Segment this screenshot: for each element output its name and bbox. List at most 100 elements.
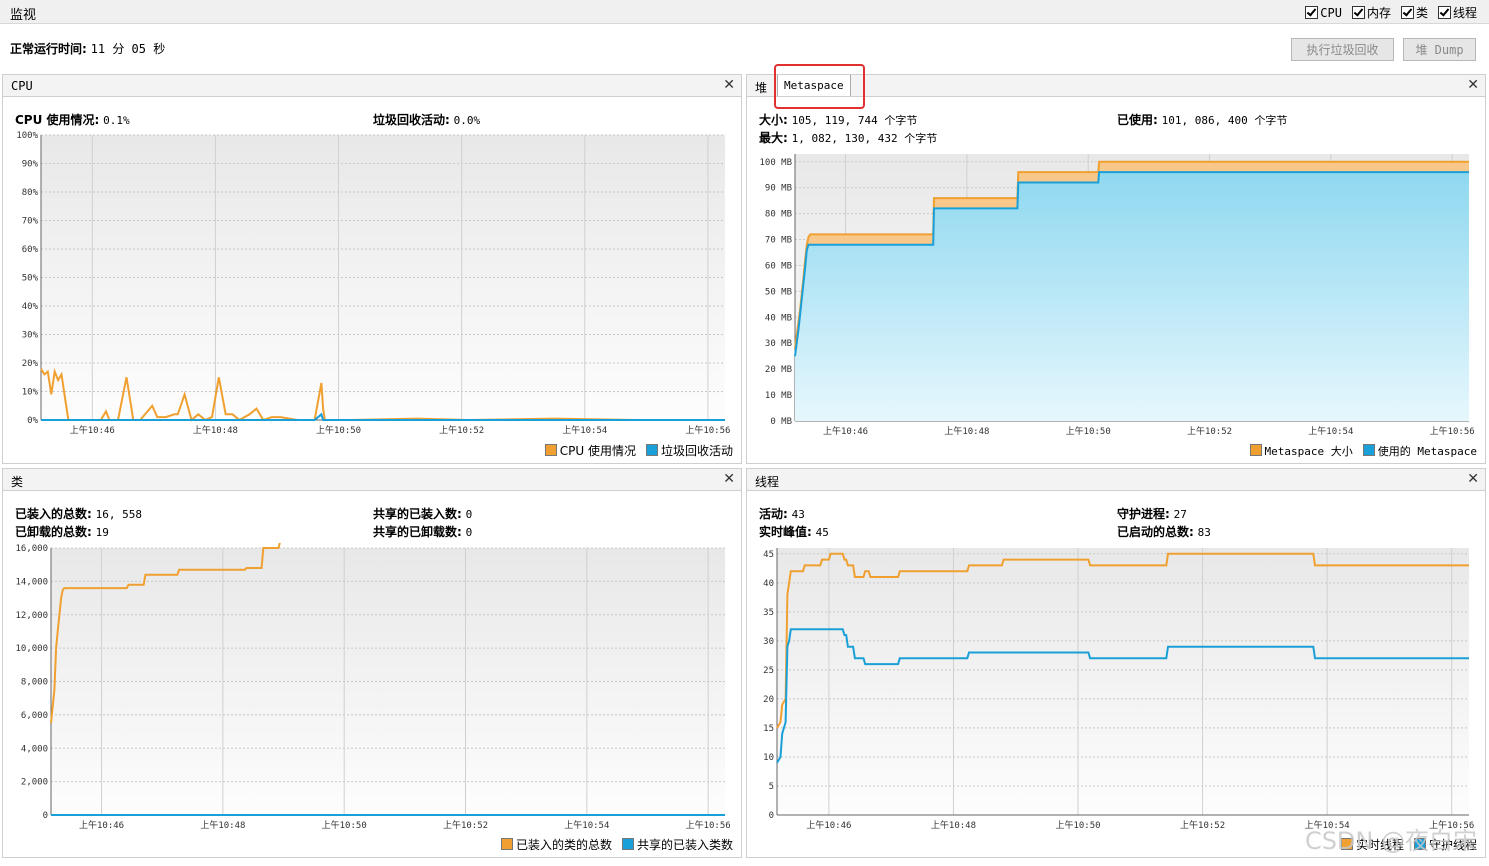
close-icon[interactable]: ✕ bbox=[1467, 77, 1479, 93]
y-tick-label: 20 MB bbox=[765, 365, 792, 375]
uptime: 正常运行时间: 11 分 05 秒 bbox=[10, 40, 165, 57]
checkbox-checked-icon[interactable] bbox=[1351, 6, 1365, 19]
memory-panel: 堆 Metaspace ✕ 大小: 105, 119, 744 个字节 已使用:… bbox=[746, 74, 1486, 464]
cpu-chart: 0% 10% 20% 30% 40% 50% 60% 70% 80% 90% 100% 上午10:46… bbox=[16, 131, 730, 436]
x-tick-label: 上午10:48 bbox=[944, 425, 989, 437]
y-tick-label: 70 MB bbox=[765, 236, 792, 246]
x-tick-label: 上午10:52 bbox=[1180, 819, 1225, 831]
peak-threads-stat: 实时峰值: 45 bbox=[759, 525, 829, 539]
started-threads-stat: 已启动的总数: 83 bbox=[1117, 525, 1211, 539]
tab-heap[interactable]: 堆 bbox=[755, 79, 767, 96]
checkbox-checked-icon[interactable] bbox=[1437, 6, 1451, 19]
metaspace-chart: 0 MB 10 MB 20 MB 30 MB 40 MB 50 MB 60 MB 70 MB 8… bbox=[759, 154, 1475, 437]
view-toggles: CPU 内存 类 线程 bbox=[1305, 4, 1477, 21]
uptime-label: 正常运行时间: bbox=[10, 42, 87, 56]
y-tick-label: 10,000 bbox=[15, 644, 48, 654]
legend-item-loaded-classes: 已装入的类的总数 bbox=[500, 836, 612, 853]
monitor-header: 监视 CPU 内存 类 线程 bbox=[0, 0, 1489, 24]
y-tick-label: 16,000 bbox=[15, 544, 48, 554]
y-tick-label: 15 bbox=[763, 724, 774, 734]
close-icon[interactable]: ✕ bbox=[1467, 471, 1479, 487]
x-tick-label: 上午10:48 bbox=[193, 424, 238, 436]
y-tick-label: 45 bbox=[763, 550, 774, 560]
x-tick-label: 上午10:52 bbox=[1187, 425, 1232, 437]
perform-gc-button[interactable]: 执行垃圾回收 bbox=[1291, 38, 1394, 61]
y-tick-label: 100 MB bbox=[759, 158, 792, 168]
x-tick-label: 上午10:50 bbox=[322, 819, 367, 831]
highlight-box bbox=[774, 64, 865, 109]
y-tick-label: 10 MB bbox=[765, 391, 792, 401]
close-icon[interactable]: ✕ bbox=[723, 77, 735, 93]
x-tick-label: 上午10:50 bbox=[1066, 425, 1111, 437]
x-tick-label: 上午10:46 bbox=[823, 425, 868, 437]
heap-dump-button[interactable]: 堆 Dump bbox=[1403, 38, 1476, 61]
y-tick-label: 0 bbox=[43, 811, 48, 821]
legend-item-metaspace-used: 使用的 Metaspace bbox=[1362, 443, 1477, 459]
classes-chart: 0 2,000 4,000 6,000 8,000 10,000 12,000 14,000 1… bbox=[15, 543, 731, 831]
y-tick-label: 0 MB bbox=[770, 417, 792, 427]
shared-unloaded-stat: 共享的已卸载数: 0 bbox=[373, 525, 473, 539]
metaspace-size-stat: 大小: 105, 119, 744 个字节 bbox=[759, 113, 918, 127]
plot-area bbox=[777, 548, 1469, 815]
uptime-value: 11 分 05 秒 bbox=[90, 42, 166, 56]
cpu-legend: CPU 使用情况 垃圾回收活动 bbox=[544, 442, 733, 459]
gc-activity-stat: 垃圾回收活动: 0.0% bbox=[373, 113, 481, 127]
shared-loaded-stat: 共享的已装入数: 0 bbox=[373, 507, 473, 521]
y-tick-label: 0 bbox=[769, 811, 774, 821]
x-tick-label: 上午10:50 bbox=[1055, 819, 1100, 831]
y-tick-label: 80 MB bbox=[765, 210, 792, 220]
y-tick-label: 2,000 bbox=[21, 778, 48, 788]
y-tick-label: 60% bbox=[22, 245, 39, 255]
y-tick-label: 20 bbox=[763, 695, 774, 705]
y-tick-label: 40 MB bbox=[765, 313, 792, 323]
watermark: CSDN @夜白宋 bbox=[1304, 827, 1477, 855]
y-tick-label: 100% bbox=[16, 131, 38, 141]
x-tick-label: 上午10:48 bbox=[200, 819, 245, 831]
toggle-threads[interactable]: 线程 bbox=[1437, 4, 1477, 21]
y-tick-label: 5 bbox=[769, 782, 774, 792]
x-tick-label: 上午10:54 bbox=[1308, 425, 1353, 437]
x-tick-label: 上午10:52 bbox=[439, 424, 484, 436]
x-tick-label: 上午10:46 bbox=[806, 819, 851, 831]
cpu-panel-title: CPU bbox=[11, 79, 33, 93]
threads-panel: 线程 ✕ 活动: 43 实时峰值: 45 守护进程: 27 已启动的总数: 83… bbox=[746, 468, 1486, 858]
toggle-cpu[interactable]: CPU bbox=[1305, 4, 1342, 21]
y-tick-label: 80% bbox=[22, 188, 39, 198]
toggle-classes[interactable]: 类 bbox=[1400, 4, 1428, 21]
threads-panel-header: 线程 ✕ bbox=[747, 469, 1485, 491]
daemon-threads-stat: 守护进程: 27 bbox=[1117, 507, 1187, 521]
x-tick-label: 上午10:54 bbox=[564, 819, 609, 831]
y-tick-label: 90 MB bbox=[765, 184, 792, 194]
threads-panel-title: 线程 bbox=[755, 475, 780, 489]
y-tick-label: 4,000 bbox=[21, 744, 48, 754]
legend-item-shared-loaded: 共享的已装入类数 bbox=[621, 836, 733, 853]
y-tick-label: 10 bbox=[763, 753, 774, 763]
x-tick-label: 上午10:48 bbox=[931, 819, 976, 831]
loaded-classes-stat: 已装入的总数: 16, 558 bbox=[15, 507, 142, 521]
classes-panel-title: 类 bbox=[11, 475, 24, 489]
y-tick-label: 50 MB bbox=[765, 287, 792, 297]
threads-chart: 0 5 10 15 20 25 30 35 40 45 上午10:46 上午10:48 上午10:50 上… bbox=[763, 548, 1474, 831]
y-tick-label: 70% bbox=[22, 217, 39, 227]
y-tick-label: 8,000 bbox=[21, 678, 48, 688]
metaspace-used-stat: 已使用: 101, 086, 400 个字节 bbox=[1117, 113, 1288, 127]
legend-item-gc: 垃圾回收活动 bbox=[645, 442, 733, 459]
x-tick-label: 上午10:52 bbox=[443, 819, 488, 831]
toggle-memory[interactable]: 内存 bbox=[1351, 4, 1391, 21]
checkbox-checked-icon[interactable] bbox=[1400, 6, 1414, 19]
legend-item-cpu: CPU 使用情况 bbox=[544, 442, 636, 459]
live-threads-stat: 活动: 43 bbox=[759, 507, 805, 521]
x-tick-label: 上午10:46 bbox=[70, 424, 115, 436]
y-tick-label: 20% bbox=[22, 359, 39, 369]
checkbox-checked-icon[interactable] bbox=[1305, 6, 1319, 19]
y-tick-label: 40% bbox=[22, 302, 39, 312]
y-tick-label: 0% bbox=[27, 416, 38, 426]
x-tick-label: 上午10:50 bbox=[316, 424, 361, 436]
metaspace-max-stat: 最大: 1, 082, 130, 432 个字节 bbox=[759, 131, 938, 145]
x-tick-label: 上午10:54 bbox=[562, 424, 607, 436]
y-tick-label: 10% bbox=[22, 388, 39, 398]
y-tick-label: 50% bbox=[22, 274, 39, 284]
x-tick-label: 上午10:56 bbox=[686, 819, 731, 831]
close-icon[interactable]: ✕ bbox=[723, 471, 735, 487]
y-tick-label: 30% bbox=[22, 331, 39, 341]
